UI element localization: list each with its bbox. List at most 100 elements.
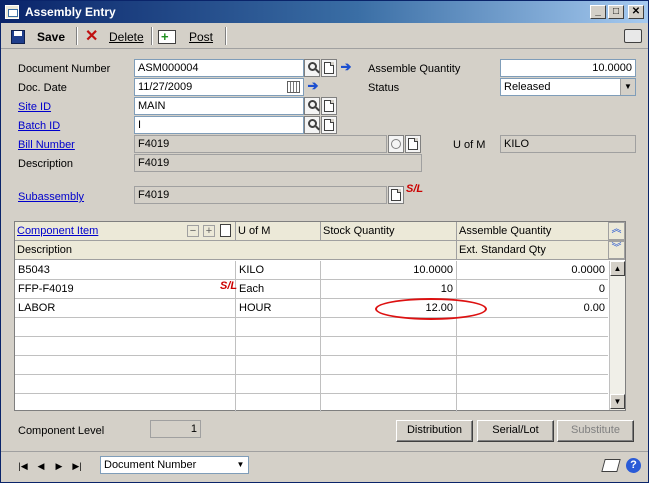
- assemble-quantity-cell[interactable]: [457, 394, 608, 412]
- serial-lot-marker[interactable]: S/L: [220, 280, 237, 292]
- scroll-down-button[interactable]: ▼: [610, 394, 625, 409]
- assemble-quantity-cell[interactable]: [457, 356, 608, 374]
- site-id-field[interactable]: MAIN: [134, 97, 304, 115]
- stock-quantity-cell[interactable]: 10: [321, 280, 457, 298]
- batch-id-field[interactable]: I: [134, 116, 304, 134]
- printer-icon[interactable]: [624, 29, 642, 43]
- subassembly-link[interactable]: Subassembly: [18, 191, 84, 203]
- scroll-up-button[interactable]: ▲: [610, 261, 625, 276]
- component-item-cell[interactable]: B5043: [15, 261, 236, 279]
- u-of-m-cell[interactable]: HOUR: [236, 299, 321, 317]
- bill-number-link[interactable]: Bill Number: [18, 139, 75, 151]
- status-value: Released: [504, 81, 551, 93]
- doc-date-next-button[interactable]: ➔: [305, 78, 321, 96]
- sort-by-select[interactable]: Document Number ▼: [100, 456, 249, 474]
- table-row[interactable]: [15, 318, 608, 337]
- first-record-icon[interactable]: |◀: [15, 459, 31, 473]
- collapse-rows-button[interactable]: ︽: [608, 222, 625, 240]
- assemble-quantity-cell[interactable]: [457, 318, 608, 336]
- table-row[interactable]: B5043 KILO 10.0000 0.0000: [15, 261, 608, 280]
- u-of-m-cell[interactable]: KILO: [236, 261, 321, 279]
- grid-scrollbar[interactable]: ▲ ▼: [609, 261, 625, 410]
- table-row[interactable]: [15, 337, 608, 356]
- distribution-button[interactable]: Distribution: [396, 420, 473, 442]
- table-row[interactable]: FFP-F4019 S/L Each 10 0: [15, 280, 608, 299]
- assemble-quantity-cell[interactable]: [457, 337, 608, 355]
- delete-label: Delete: [109, 30, 144, 44]
- component-item-cell[interactable]: [15, 337, 236, 355]
- document-new-button[interactable]: [321, 59, 337, 77]
- u-of-m-cell[interactable]: [236, 337, 321, 355]
- assemble-quantity-cell[interactable]: [457, 375, 608, 393]
- floppy-disk-label-strip: [14, 31, 22, 36]
- u-of-m-cell[interactable]: [236, 394, 321, 412]
- component-item-cell[interactable]: [15, 318, 236, 336]
- component-item-cell[interactable]: [15, 375, 236, 393]
- site-new-button[interactable]: [321, 97, 337, 115]
- calendar-icon[interactable]: [287, 81, 300, 93]
- page-icon[interactable]: [220, 224, 231, 237]
- doc-date-field[interactable]: 11/27/2009: [134, 78, 304, 96]
- batch-new-button[interactable]: [321, 116, 337, 134]
- save-button[interactable]: Save: [9, 27, 71, 47]
- minimize-button[interactable]: _: [590, 5, 606, 19]
- table-row[interactable]: [15, 394, 608, 413]
- stock-quantity-cell[interactable]: [321, 337, 457, 355]
- title-bar: Assembly Entry _ □ ✕: [1, 1, 648, 23]
- magnifier-icon: [307, 119, 317, 128]
- expand-rows-button[interactable]: ︾: [608, 241, 625, 259]
- u-of-m-cell[interactable]: [236, 375, 321, 393]
- bill-new-button[interactable]: [405, 135, 421, 153]
- document-next-button[interactable]: ➔: [338, 59, 354, 77]
- site-id-link[interactable]: Site ID: [18, 101, 51, 113]
- toolbar-separator: [76, 27, 78, 45]
- table-row[interactable]: [15, 356, 608, 375]
- expand-icon[interactable]: +: [203, 225, 215, 237]
- serial-lot-button[interactable]: Serial/Lot: [477, 420, 554, 442]
- status-label: Status: [368, 82, 400, 94]
- close-button[interactable]: ✕: [628, 5, 644, 19]
- bill-lookup-button[interactable]: [388, 135, 404, 153]
- maximize-button[interactable]: □: [608, 5, 624, 19]
- site-lookup-button[interactable]: [304, 97, 320, 115]
- help-icon[interactable]: ?: [626, 458, 641, 473]
- component-item-cell[interactable]: [15, 394, 236, 412]
- previous-record-icon[interactable]: ◀: [33, 459, 49, 473]
- component-item-cell[interactable]: LABOR: [15, 299, 236, 317]
- component-item-link[interactable]: Component Item: [17, 225, 98, 237]
- u-of-m-cell[interactable]: Each: [236, 280, 321, 298]
- stock-quantity-cell[interactable]: [321, 375, 457, 393]
- component-item-header[interactable]: Component Item − +: [15, 222, 236, 241]
- document-lookup-button[interactable]: [304, 59, 320, 77]
- status-select[interactable]: Released ▼: [500, 78, 636, 96]
- subassembly-field: F4019: [134, 186, 387, 204]
- component-item-cell[interactable]: [15, 356, 236, 374]
- subassembly-new-button[interactable]: [388, 186, 404, 204]
- table-row[interactable]: LABOR HOUR 12.00 0.00: [15, 299, 608, 318]
- post-button[interactable]: + Post: [156, 27, 218, 47]
- sort-by-value: Document Number: [104, 459, 197, 471]
- next-record-icon[interactable]: ▶: [51, 459, 67, 473]
- batch-id-link[interactable]: Batch ID: [18, 120, 60, 132]
- batch-lookup-button[interactable]: [304, 116, 320, 134]
- substitute-button[interactable]: Substitute: [557, 420, 634, 442]
- stock-quantity-cell[interactable]: [321, 394, 457, 412]
- stock-quantity-cell[interactable]: 10.0000: [321, 261, 457, 279]
- stock-quantity-cell[interactable]: [321, 318, 457, 336]
- component-item-cell[interactable]: FFP-F4019: [15, 280, 236, 298]
- assemble-quantity-cell[interactable]: 0.0000: [457, 261, 608, 279]
- assemble-quantity-field[interactable]: 10.0000: [500, 59, 636, 77]
- delete-button[interactable]: ✕ Delete: [83, 27, 147, 47]
- note-icon[interactable]: [601, 459, 621, 472]
- last-record-icon[interactable]: ▶|: [69, 459, 85, 473]
- u-of-m-cell[interactable]: [236, 318, 321, 336]
- serial-lot-marker[interactable]: S/L: [406, 183, 423, 195]
- page-icon: [408, 138, 418, 150]
- stock-quantity-cell[interactable]: [321, 356, 457, 374]
- document-number-field[interactable]: ASM000004: [134, 59, 304, 77]
- collapse-icon[interactable]: −: [187, 225, 199, 237]
- assemble-quantity-cell[interactable]: 0: [457, 280, 608, 298]
- u-of-m-cell[interactable]: [236, 356, 321, 374]
- table-row[interactable]: [15, 375, 608, 394]
- stock-quantity-column-header: Stock Quantity: [321, 222, 457, 241]
